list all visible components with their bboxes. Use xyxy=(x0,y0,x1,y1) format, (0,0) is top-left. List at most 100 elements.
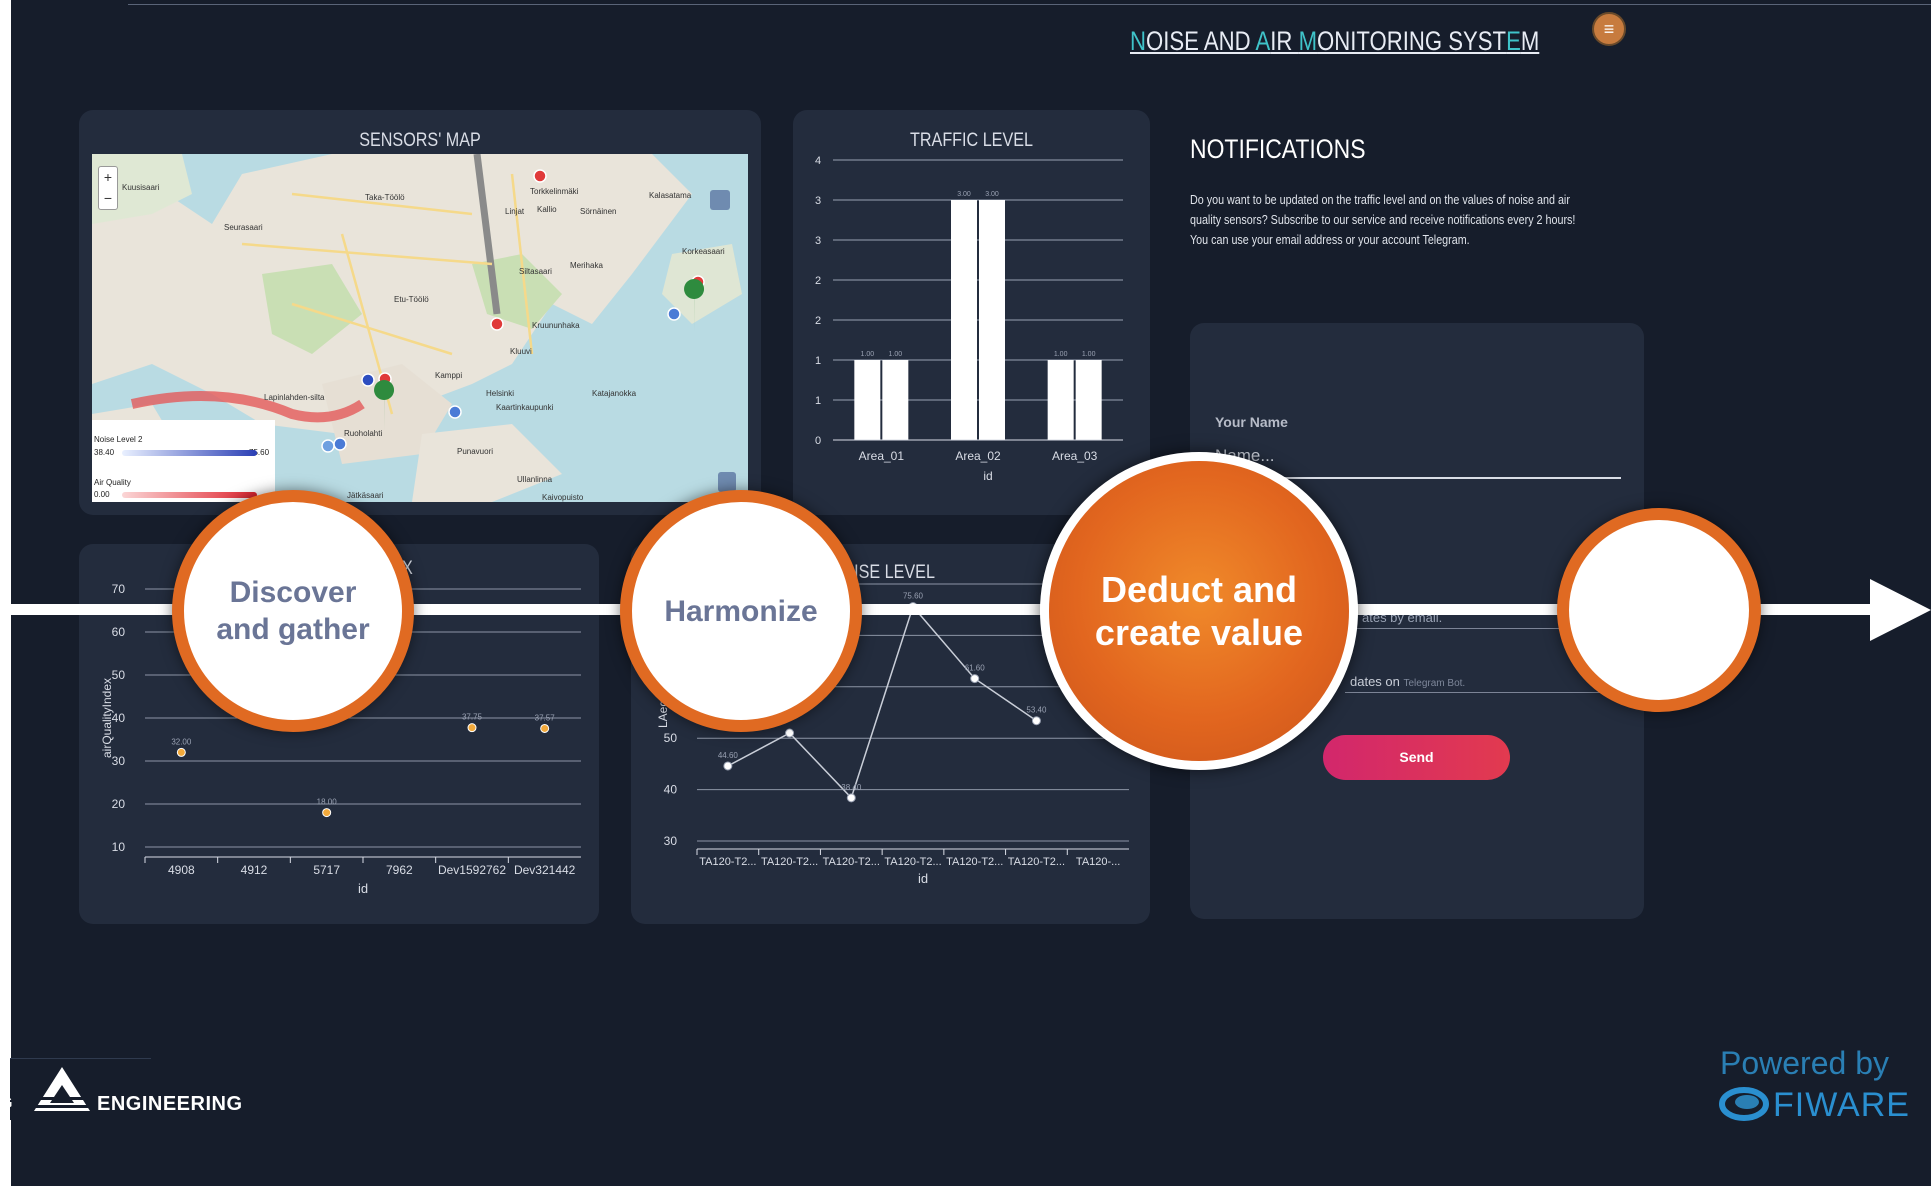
y-tick-label: 40 xyxy=(664,783,678,797)
bar-data-label: 3.00 xyxy=(957,191,971,198)
point-data-label: 37.75 xyxy=(462,713,483,722)
x-tick-label: 7962 xyxy=(386,863,413,877)
y-tick-label: 1 xyxy=(815,395,821,407)
sensor-marker xyxy=(448,405,462,419)
legend-noise-label: Noise Level 2 xyxy=(94,435,143,444)
x-tick-label: TA120-T2... xyxy=(1008,856,1065,868)
map-zoom-control[interactable]: + − xyxy=(98,166,118,210)
map-legend: Noise Level 2 38.40 75.60 Air Quality 0.… xyxy=(92,420,275,502)
map-label-kalasatama: Kalasatama xyxy=(649,191,692,200)
fiware-logo-icon xyxy=(1719,1087,1769,1121)
zoom-out-button[interactable]: − xyxy=(99,188,117,209)
y-tick-label: 70 xyxy=(112,582,126,596)
map-label-merihaka: Merihaka xyxy=(570,261,603,270)
engineering-logo-icon xyxy=(34,1067,90,1111)
map-label-taka-toolo: Taka-Töölö xyxy=(365,193,405,202)
map-label-kallio: Kallio xyxy=(537,205,557,214)
x-tick-label: 5717 xyxy=(313,863,340,877)
point-data-label: 18.00 xyxy=(317,798,338,807)
map-label-linjat: Linjat xyxy=(505,207,525,216)
bar-data-label: 1.00 xyxy=(889,351,903,358)
map-label-punavuori: Punavuori xyxy=(457,447,493,456)
air-quality-point xyxy=(322,808,332,818)
map-label-seurasaari: Seurasaari xyxy=(224,223,263,232)
map-label-sornainen: Sörnäinen xyxy=(580,207,616,216)
x-tick-label: TA120-T2... xyxy=(946,856,1003,868)
traffic-level-card: TRAFFIC LEVEL 0 1 1 2 2 3 3 4 1.00 1.00 Area_01 3.0… xyxy=(793,110,1150,515)
noise-point xyxy=(1031,716,1041,726)
map-label-katajanokka: Katajanokka xyxy=(592,389,637,398)
send-button[interactable]: Send xyxy=(1323,735,1510,780)
y-tick-label: 0 xyxy=(815,435,821,447)
legend-air-min: 0.00 xyxy=(94,490,110,499)
notifications-title: NOTIFICATIONS xyxy=(1190,134,1366,164)
name-label: Your Name xyxy=(1215,414,1288,430)
x-tick-label: 4908 xyxy=(168,863,195,877)
bar-data-label: 3.00 xyxy=(985,191,999,198)
step-harmonize: Harmonize xyxy=(620,490,862,732)
menu-icon: ≡ xyxy=(1603,18,1615,39)
map-label-kuusisaari: Kuusisaari xyxy=(122,183,160,192)
map-label-ullanlinna: Ullanlinna xyxy=(517,475,553,484)
engineering-wordmark: ENGINEERING xyxy=(97,1093,243,1115)
map-label-korkeasaari: Korkeasaari xyxy=(682,247,725,256)
noise-point xyxy=(846,793,856,803)
x-tick-label: TA120-T2... xyxy=(823,856,880,868)
map-label-torkkelinmaki: Torkkelinmäki xyxy=(530,187,579,196)
map-label-kaivopuisto: Kaivopuisto xyxy=(542,493,584,502)
x-tick-label: TA120-T2... xyxy=(761,856,818,868)
x-tick-label: Area_01 xyxy=(859,449,905,463)
step-empty xyxy=(1557,508,1761,712)
map-label-etu-toolo: Etu-Töölö xyxy=(394,295,429,304)
traffic-bar xyxy=(1047,360,1074,440)
x-tick-label: TA120-... xyxy=(1076,856,1120,868)
y-tick-label: 20 xyxy=(112,797,126,811)
y-tick-label: 4 xyxy=(815,155,821,167)
y-tick-label: 2 xyxy=(815,315,821,327)
menu-button[interactable]: ≡ xyxy=(1592,12,1626,46)
point-data-label: 37.57 xyxy=(535,713,556,722)
y-tick-label: 1 xyxy=(815,355,821,367)
x-axis-label: id xyxy=(358,881,368,896)
bar-data-label: 1.00 xyxy=(1082,351,1096,358)
left-edge xyxy=(0,0,11,1186)
air-quality-point xyxy=(540,723,550,733)
engineering-left-letter: G xyxy=(0,1095,13,1112)
map-info-icon xyxy=(718,472,736,492)
noise-point xyxy=(970,674,980,684)
point-data-label: 53.40 xyxy=(1026,706,1047,715)
y-tick-label: 2 xyxy=(815,275,821,287)
traffic-bar xyxy=(979,200,1005,440)
sensor-marker xyxy=(533,169,547,183)
traffic-bar xyxy=(854,360,881,440)
x-tick-label: 4912 xyxy=(241,863,268,877)
legend-noise-min: 38.40 xyxy=(94,448,115,457)
sensor-marker xyxy=(361,373,375,387)
telegram-underline xyxy=(1345,692,1607,693)
process-arrow-head xyxy=(1870,579,1931,641)
x-tick-label: Dev1592762 xyxy=(438,863,506,877)
traffic-bar xyxy=(1075,360,1102,440)
point-data-label: 32.00 xyxy=(171,737,192,746)
zoom-in-button[interactable]: + xyxy=(99,167,117,188)
sensor-marker xyxy=(490,317,504,331)
map-label-jatkasaari: Jätkäsaari xyxy=(347,491,384,500)
noise-gradient-bar xyxy=(122,450,257,456)
powered-by-label: Powered by xyxy=(1720,1045,1889,1081)
fiware-wordmark: FIWARE xyxy=(1773,1086,1910,1124)
point-data-label: 44.60 xyxy=(718,751,739,760)
noise-point xyxy=(785,728,795,738)
point-data-label: 38.40 xyxy=(841,783,862,792)
step-discover-and-gather: Discover and gather xyxy=(172,490,414,732)
traffic-bar xyxy=(951,200,977,440)
point-data-label: 75.60 xyxy=(903,592,924,601)
x-axis-label: id xyxy=(918,871,928,886)
x-tick-label: Dev321442 xyxy=(514,863,576,877)
x-axis-label: id xyxy=(983,469,992,483)
traffic-bar xyxy=(882,360,909,440)
sensor-marker xyxy=(333,437,347,451)
map-label-ruoholahti: Ruoholahti xyxy=(344,429,382,438)
telegram-option-label[interactable]: dates on Telegram Bot. xyxy=(1350,674,1465,689)
sensor-marker xyxy=(321,439,335,453)
y-tick-label: 3 xyxy=(815,195,821,207)
